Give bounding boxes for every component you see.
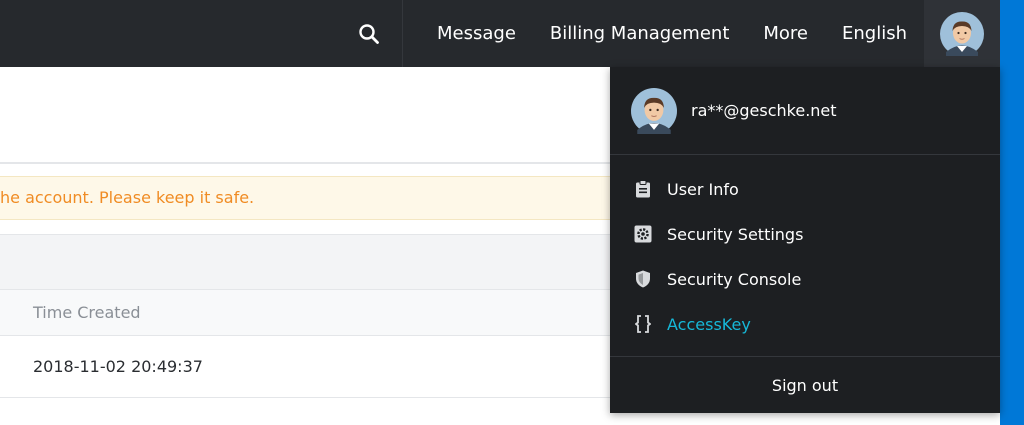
search-icon (358, 23, 379, 44)
sign-out-button[interactable]: Sign out (610, 363, 1000, 407)
user-dropdown-menu: ra**@geschke.net User Info Security Sett… (610, 67, 1000, 413)
nav-billing-management[interactable]: Billing Management (533, 0, 746, 67)
clipboard-icon (634, 180, 652, 198)
menu-item-security-settings[interactable]: Security Settings (610, 212, 1000, 256)
menu-item-label: AccessKey (667, 314, 751, 334)
user-email: ra**@geschke.net (691, 101, 837, 120)
search-button[interactable] (335, 0, 403, 67)
menu-item-label: User Info (667, 179, 739, 199)
shield-icon (634, 270, 652, 288)
user-avatar-button[interactable] (924, 0, 1000, 67)
gear-icon (634, 225, 652, 243)
menu-divider (610, 356, 1000, 357)
menu-item-user-info[interactable]: User Info (610, 167, 1000, 211)
menu-item-security-console[interactable]: Security Console (610, 257, 1000, 301)
nav-language[interactable]: English (825, 0, 924, 67)
accesskey-icon (634, 315, 652, 333)
cell-time-created: 2018-11-02 20:49:37 (33, 357, 203, 376)
menu-item-label: Security Settings (667, 224, 804, 244)
top-navigation-bar: Message Billing Management More English (0, 0, 1000, 67)
menu-item-accesskey[interactable]: AccessKey (610, 302, 1000, 346)
dropdown-user-header: ra**@geschke.net (610, 67, 1000, 155)
avatar-icon (940, 11, 984, 56)
menu-item-label: Security Console (667, 269, 802, 289)
column-time-created: Time Created (33, 303, 141, 322)
nav-more[interactable]: More (746, 0, 825, 67)
top-nav-right: Message Billing Management More English (335, 0, 1000, 67)
avatar-icon (631, 87, 677, 134)
nav-message[interactable]: Message (403, 0, 533, 67)
